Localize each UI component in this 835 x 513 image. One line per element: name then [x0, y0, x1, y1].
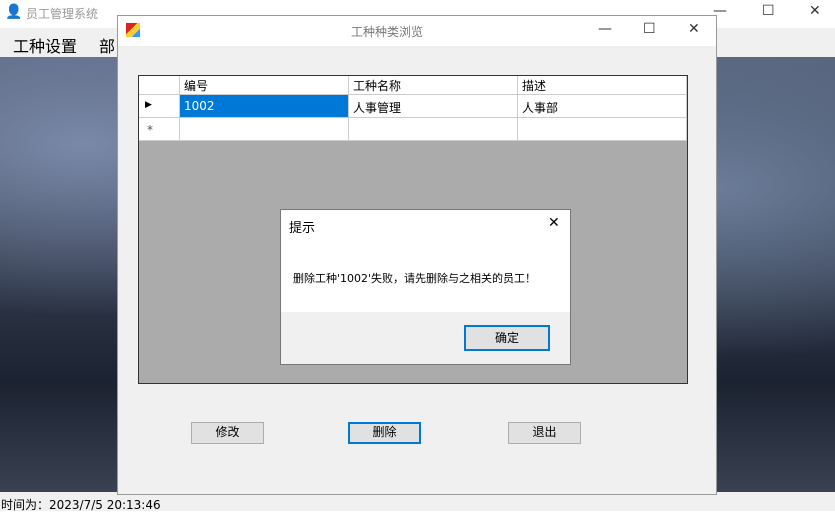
edit-button[interactable]: 修改	[191, 422, 264, 444]
menu-item-department[interactable]: 部	[99, 33, 115, 57]
child-minimize-button[interactable]: —	[598, 21, 612, 37]
new-cell-id[interactable]	[180, 118, 349, 141]
user-icon: 👤	[5, 4, 23, 20]
cell-desc[interactable]: 人事部	[518, 95, 687, 118]
cell-name[interactable]: 人事管理	[349, 95, 518, 118]
exit-button[interactable]: 退出	[508, 422, 581, 444]
maximize-button[interactable]: ☐	[762, 3, 775, 19]
main-title: 员工管理系统	[26, 7, 99, 21]
row-header-new[interactable]: *	[139, 118, 180, 141]
dialog-message: 删除工种'1002'失败，请先删除与之相关的员工！	[293, 272, 537, 285]
child-title-bar: 工种种类浏览 — ☐ ✕	[118, 16, 716, 46]
cell-id[interactable]: 1002	[180, 95, 349, 118]
new-cell-name[interactable]	[349, 118, 518, 141]
ok-button[interactable]: 确定	[464, 325, 550, 351]
corner-header	[139, 76, 180, 95]
column-header-id[interactable]: 编号	[180, 76, 349, 95]
dialog-close-button[interactable]: ✕	[548, 215, 560, 231]
dialog-footer: 确定	[281, 312, 570, 364]
column-header-name[interactable]: 工种名称	[349, 76, 518, 95]
message-dialog: 提示 ✕ 删除工种'1002'失败，请先删除与之相关的员工！ 确定	[280, 209, 571, 365]
row-header-current[interactable]: ▶	[139, 95, 180, 118]
close-button[interactable]: ✕	[809, 3, 821, 19]
delete-button[interactable]: 删除	[348, 422, 421, 444]
dialog-title: 提示	[289, 221, 316, 236]
menu-item-job-settings[interactable]: 工种设置	[13, 33, 77, 57]
column-header-desc[interactable]: 描述	[518, 76, 687, 95]
child-title: 工种种类浏览	[351, 25, 424, 39]
app-icon	[126, 23, 140, 37]
child-close-button[interactable]: ✕	[688, 21, 700, 37]
child-maximize-button[interactable]: ☐	[643, 21, 656, 37]
new-cell-desc[interactable]	[518, 118, 687, 141]
